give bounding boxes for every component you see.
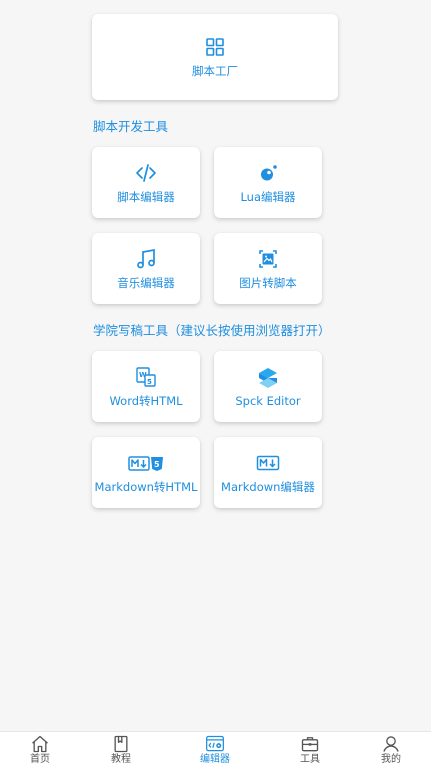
markdown-to-html-card[interactable]: 5 Markdown转HTML bbox=[92, 437, 200, 508]
tab-mine[interactable]: 我的 bbox=[361, 732, 421, 767]
tab-mine-label: 我的 bbox=[381, 754, 401, 765]
tab-tools-label: 工具 bbox=[300, 754, 320, 765]
section-title-writing-tools: 学院写稿工具（建议长按使用浏览器打开） bbox=[93, 323, 331, 338]
tab-editor[interactable]: 编辑器 bbox=[185, 732, 245, 767]
word-to-html-card[interactable]: W 5 Word转HTML bbox=[92, 351, 200, 422]
image-icon bbox=[256, 247, 280, 271]
image-to-script-label: 图片转脚本 bbox=[239, 275, 297, 290]
script-editor-card[interactable]: 脚本编辑器 bbox=[92, 147, 200, 218]
svg-text:5: 5 bbox=[154, 460, 160, 469]
svg-text:5: 5 bbox=[147, 378, 152, 386]
bottom-tab-bar: 首页 教程 编辑器 工具 我的 bbox=[0, 731, 431, 767]
tab-tutorial[interactable]: 教程 bbox=[91, 732, 151, 767]
markdown-to-html-label: Markdown转HTML bbox=[94, 479, 198, 494]
word-to-html-label: Word转HTML bbox=[109, 393, 183, 408]
script-factory-label: 脚本工厂 bbox=[192, 64, 238, 78]
image-to-script-card[interactable]: 图片转脚本 bbox=[214, 233, 322, 304]
markdown-icon bbox=[256, 451, 280, 475]
script-editor-label: 脚本编辑器 bbox=[117, 189, 175, 204]
tab-home[interactable]: 首页 bbox=[10, 732, 70, 767]
book-icon bbox=[111, 734, 131, 754]
spck-logo-icon bbox=[256, 366, 280, 390]
markdown-html-icon: 5 bbox=[128, 451, 164, 475]
lua-editor-card[interactable]: Lua编辑器 bbox=[214, 147, 322, 218]
code-icon bbox=[134, 161, 158, 185]
home-icon bbox=[30, 734, 50, 754]
editor-icon bbox=[205, 734, 225, 754]
spck-editor-label: Spck Editor bbox=[235, 393, 301, 408]
tab-tools[interactable]: 工具 bbox=[280, 732, 340, 767]
music-note-icon bbox=[134, 247, 158, 271]
tab-tutorial-label: 教程 bbox=[111, 754, 131, 765]
markdown-editor-card[interactable]: Markdown编辑器 bbox=[214, 437, 322, 508]
markdown-editor-label: Markdown编辑器 bbox=[221, 479, 315, 494]
script-factory-card[interactable]: 脚本工厂 bbox=[92, 14, 338, 100]
music-editor-label: 音乐编辑器 bbox=[117, 275, 175, 290]
music-editor-card[interactable]: 音乐编辑器 bbox=[92, 233, 200, 304]
word-html-icon: W 5 bbox=[134, 365, 158, 389]
tab-home-label: 首页 bbox=[30, 754, 50, 765]
user-icon bbox=[381, 734, 401, 754]
lua-editor-label: Lua编辑器 bbox=[240, 189, 296, 204]
spck-editor-card[interactable]: Spck Editor bbox=[214, 351, 322, 422]
toolbox-icon bbox=[300, 734, 320, 754]
section-title-script-dev: 脚本开发工具 bbox=[93, 119, 169, 134]
grid-icon bbox=[203, 35, 227, 59]
tab-editor-label: 编辑器 bbox=[200, 754, 230, 765]
lua-icon bbox=[256, 161, 280, 185]
